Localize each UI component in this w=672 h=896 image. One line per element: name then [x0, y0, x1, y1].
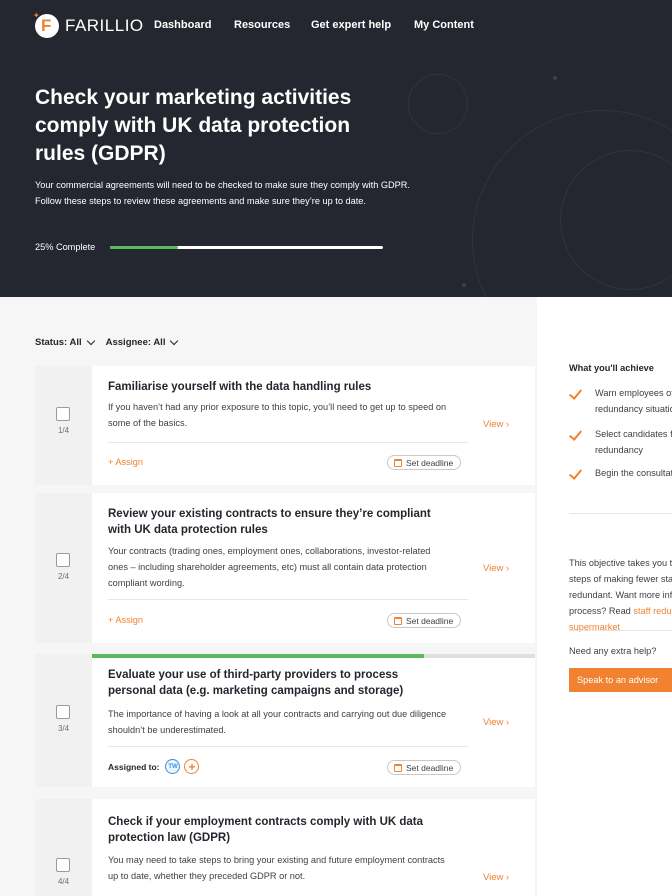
decorative-circle [408, 74, 468, 134]
check-icon [568, 466, 583, 480]
chevron-down-icon [170, 336, 179, 345]
progress-fill [110, 246, 179, 249]
nav-resources[interactable]: Resources [234, 19, 290, 31]
objective-steps: Status: All Assignee: All 1/4 Familiaris… [0, 297, 537, 896]
check-icon [568, 427, 583, 441]
view-link[interactable]: View › [483, 563, 509, 574]
achieve-item-text: Begin the consultation with them [595, 468, 672, 478]
logo-icon: ✦ F [33, 11, 59, 38]
set-deadline-button[interactable]: Set deadline [387, 760, 462, 775]
view-link[interactable]: View › [483, 419, 509, 430]
step-description: If you haven’t had any prior exposure to… [108, 402, 447, 428]
speak-to-advisor-button[interactable]: Speak to an advisor [569, 668, 672, 692]
hero-banner: ✦ F FARILLIO Dashboard Resources Get expe… [0, 0, 672, 297]
calendar-icon [394, 458, 402, 467]
check-icon [568, 386, 583, 400]
decorative-dot [553, 76, 557, 80]
progress-label: 25% Complete [35, 242, 96, 252]
filters: Status: All Assignee: All [35, 336, 189, 348]
decorative-dot [462, 283, 466, 287]
assigned-to: Assigned to: TW + [108, 759, 200, 774]
achieve-title: What you'll achieve [569, 363, 654, 373]
step-number: 4/4 [57, 877, 70, 886]
assignee-filter[interactable]: Assignee: All [105, 336, 179, 348]
deadline-label: Set deadline [406, 457, 454, 468]
step-progress-bar [92, 654, 535, 658]
step-description: Your contracts (trading ones, employment… [108, 546, 431, 588]
achieve-item-text: Select candidates for redundancy [595, 429, 672, 455]
top-nav: ✦ F FARILLIO Dashboard Resources Get expe… [0, 0, 672, 52]
achieve-item-text: Warn employees of the redundancy situati… [595, 388, 672, 414]
step-description: The importance of having a look at all y… [108, 709, 447, 735]
calendar-icon [394, 616, 402, 625]
step-progress-fill [92, 654, 425, 658]
objective-text: This objective takes you through the ste… [569, 555, 672, 635]
view-link[interactable]: View › [483, 872, 509, 883]
step-title[interactable]: Check if your employment contracts compl… [108, 814, 438, 846]
step-checkbox[interactable] [56, 705, 70, 719]
set-deadline-button[interactable]: Set deadline [387, 613, 462, 628]
divider [108, 599, 468, 600]
divider [569, 630, 672, 631]
assign-button[interactable]: + Assign [108, 615, 143, 625]
view-link[interactable]: View › [483, 717, 509, 728]
step-title[interactable]: Review your existing contracts to ensure… [108, 506, 438, 538]
chevron-down-icon [86, 336, 95, 345]
status-filter[interactable]: Status: All [35, 336, 95, 348]
assignee-filter-label: Assignee: All [105, 337, 166, 348]
calendar-icon [394, 763, 402, 772]
deadline-label: Set deadline [406, 762, 454, 773]
view-label: View [483, 717, 504, 728]
step-checkbox[interactable] [56, 407, 70, 421]
step-card: 4/4 Check if your employment contracts c… [35, 799, 535, 896]
step-checkbox[interactable] [56, 858, 70, 872]
step-description: You may need to take steps to bring your… [108, 855, 445, 881]
view-label: View [483, 419, 504, 430]
help-text: Need any extra help? [569, 646, 657, 656]
step-card: 1/4 Familiarise yourself with the data h… [35, 366, 535, 485]
set-deadline-button[interactable]: Set deadline [387, 455, 462, 470]
step-card: 2/4 Review your existing contracts to en… [35, 493, 535, 643]
deadline-label: Set deadline [406, 615, 454, 626]
assign-label: Assign [115, 457, 143, 467]
step-number: 1/4 [57, 426, 70, 435]
step-sidebar [35, 493, 92, 643]
step-sidebar [35, 654, 92, 787]
assign-label: Assign [115, 615, 143, 625]
logo-text: FARILLIO [65, 16, 144, 35]
step-card: 3/4 Evaluate your use of third-party pro… [35, 654, 535, 787]
objective-sidebar: What you'll achieve Warn employees of th… [537, 297, 672, 896]
page-title: Check your marketing activities comply w… [35, 86, 352, 165]
view-label: View [483, 872, 504, 883]
step-number: 2/4 [57, 572, 70, 581]
step-title[interactable]: Familiarise yourself with the data handl… [108, 379, 438, 395]
view-label: View [483, 563, 504, 574]
divider [108, 442, 468, 443]
step-number: 3/4 [57, 724, 70, 733]
page-description: Your commercial agreements will need to … [35, 180, 410, 206]
progress-bar [110, 246, 383, 249]
assigned-label: Assigned to: [108, 761, 160, 772]
divider [569, 513, 672, 514]
nav-my-content[interactable]: My Content [414, 19, 474, 31]
nav-get-expert-help[interactable]: Get expert help [311, 19, 391, 31]
nav-dashboard[interactable]: Dashboard [154, 19, 211, 31]
divider [108, 746, 468, 747]
add-assignee-icon[interactable]: + [184, 759, 200, 774]
logo[interactable]: ✦ F FARILLIO [33, 11, 144, 38]
step-checkbox[interactable] [56, 553, 70, 567]
status-filter-label: Status: All [35, 337, 82, 348]
step-title[interactable]: Evaluate your use of third-party provide… [108, 667, 438, 699]
assign-button[interactable]: + Assign [108, 457, 143, 467]
assignee-avatar[interactable]: TW [165, 759, 181, 774]
